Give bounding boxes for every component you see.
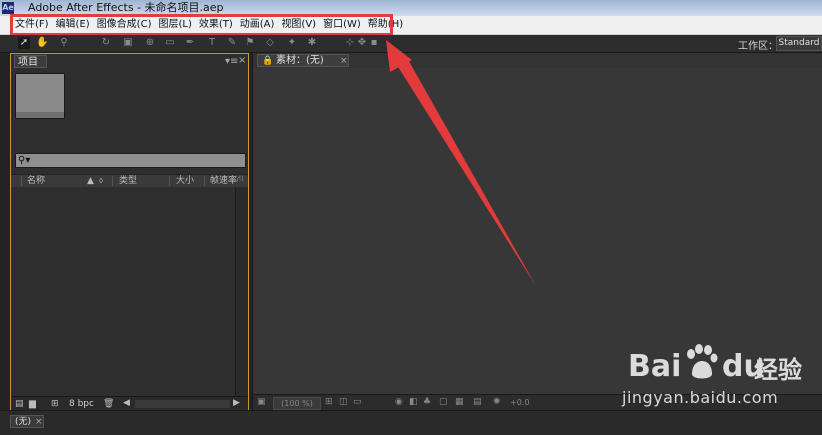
watermark-brand-left: Bai: [628, 349, 682, 384]
close-icon[interactable]: ×: [35, 416, 43, 428]
workspace-dropdown[interactable]: Standard: [776, 36, 822, 51]
pan-behind-tool-icon[interactable]: ⊕: [144, 37, 156, 49]
project-footer: ▤ ▆ ⊞ 8 bpc 🗑 ◀ ▶: [11, 396, 248, 411]
exposure-icon[interactable]: ✺: [493, 397, 501, 408]
project-horizontal-scrollbar[interactable]: [135, 400, 230, 408]
column-header-name[interactable]: 名称: [27, 175, 45, 187]
mask-visibility-icon[interactable]: ◫: [339, 397, 348, 408]
camera-snapshot-icon[interactable]: ◉: [395, 397, 403, 408]
text-tool-icon[interactable]: T: [206, 37, 218, 49]
project-thumbnail: [15, 73, 65, 119]
project-panel: 项目 ▾≡ × ⚲▾ 名称 ▲ ⬨ 类型 大小 帧速率 ⛙ ▤ ▆ ⊞ 8 bp…: [10, 53, 249, 411]
baidu-watermark: Bai du 经验 jingyan.baidu.com: [612, 342, 822, 422]
rotate-tool-icon[interactable]: ↻: [100, 37, 112, 49]
axis-local-icon[interactable]: ⊹: [344, 37, 356, 49]
watermark-brand-cn: 经验: [754, 356, 802, 384]
column-separator: [169, 176, 170, 186]
footage-tab-label: 素材：(无): [276, 55, 324, 66]
channel-icon[interactable]: ♣: [423, 397, 431, 408]
column-header-framerate[interactable]: 帧速率: [210, 175, 237, 187]
interpret-footage-icon[interactable]: ▤: [15, 398, 24, 410]
camera-tool-icon[interactable]: ▣: [122, 37, 134, 49]
tag-icon[interactable]: ⬨: [99, 175, 103, 187]
hand-tool-icon[interactable]: ✋: [36, 37, 48, 49]
region-of-interest-icon[interactable]: ▢: [439, 397, 448, 408]
mask-tool-icon[interactable]: ▭: [164, 37, 176, 49]
brush-tool-icon[interactable]: ✎: [226, 37, 238, 49]
flow-icon[interactable]: ⛙: [237, 174, 243, 185]
timeline-tab-label: (无): [15, 417, 32, 427]
tools-toolbar: ➚ ✋ ⚲ ↻ ▣ ⊕ ▭ ✒ T ✎ ⚑ ◇ ✦ ✱ ⊹ ✥ ▪ 工作区： S…: [0, 35, 822, 53]
project-item-list[interactable]: [11, 187, 235, 396]
project-vertical-scrollbar[interactable]: [235, 187, 248, 396]
paw-logo-icon: [687, 344, 718, 379]
menu-highlight-annotation: [10, 14, 393, 36]
search-icon: ⚲▾: [18, 155, 31, 166]
axis-view-icon[interactable]: ▪: [368, 37, 380, 49]
app-logo-icon: Ae: [2, 2, 14, 14]
pen-tool-icon[interactable]: ✒: [184, 37, 196, 49]
panel-menu-icon[interactable]: ▾≡: [225, 56, 238, 67]
scroll-right-icon[interactable]: ▶: [233, 398, 240, 408]
exposure-value[interactable]: +0.0: [510, 397, 529, 408]
roto-tool-icon[interactable]: ✦: [286, 37, 298, 49]
transparency-grid-icon[interactable]: ▦: [455, 397, 464, 408]
select-tool-icon[interactable]: ➚: [18, 37, 30, 49]
zoom-dropdown[interactable]: (100 %): [273, 397, 321, 410]
watermark-url: jingyan.baidu.com: [622, 388, 779, 407]
project-search-input[interactable]: ⚲▾: [15, 153, 246, 168]
scroll-left-icon[interactable]: ◀: [123, 398, 130, 408]
project-column-headers: 名称 ▲ ⬨ 类型 大小 帧速率: [11, 174, 248, 188]
zoom-tool-icon[interactable]: ⚲: [58, 37, 70, 49]
column-separator: [112, 176, 113, 186]
timecode-icon[interactable]: ▭: [353, 397, 362, 408]
workspace-label: 工作区：: [738, 41, 778, 52]
stamp-tool-icon[interactable]: ⚑: [244, 37, 256, 49]
fast-preview-icon[interactable]: ▤: [473, 397, 482, 408]
window-title: Adobe After Effects - 未命名项目.aep: [28, 1, 224, 14]
tab-timeline[interactable]: (无) ×: [10, 415, 44, 428]
puppet-tool-icon[interactable]: ✱: [306, 37, 318, 49]
close-icon[interactable]: ×: [340, 55, 348, 67]
tab-footage[interactable]: 🔒 素材：(无) ×: [257, 54, 349, 67]
thumbnail-stripe: [16, 112, 64, 118]
sort-ascending-icon[interactable]: ▲: [87, 175, 94, 187]
column-header-type[interactable]: 类型: [119, 175, 137, 187]
column-header-size[interactable]: 大小: [176, 175, 194, 187]
bit-depth-button[interactable]: 8 bpc: [69, 398, 94, 410]
trash-icon[interactable]: 🗑: [103, 398, 114, 410]
tab-project[interactable]: 项目: [14, 55, 47, 68]
column-separator: [204, 176, 205, 186]
close-icon[interactable]: ×: [238, 55, 246, 66]
show-snapshot-icon[interactable]: ◧: [409, 397, 418, 408]
grid-icon[interactable]: ⊞: [325, 397, 333, 408]
folder-icon[interactable]: ▆: [29, 398, 36, 410]
new-composition-icon[interactable]: ⊞: [51, 398, 59, 410]
always-preview-icon[interactable]: ▣: [257, 397, 266, 408]
lock-icon[interactable]: 🔒: [262, 55, 273, 67]
axis-world-icon[interactable]: ✥: [356, 37, 368, 49]
column-separator: [21, 176, 22, 186]
eraser-tool-icon[interactable]: ◇: [264, 37, 276, 49]
